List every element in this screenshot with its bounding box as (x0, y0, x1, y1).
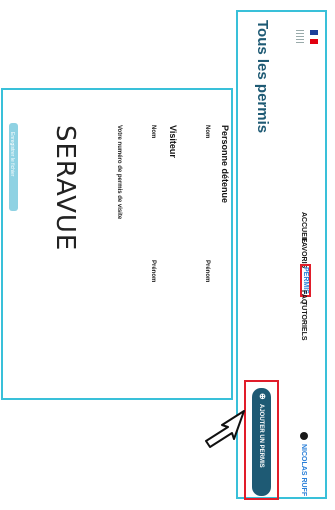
visitor-first-name-label: Prénom (150, 260, 156, 283)
add-permit-label: AJOUTER UN PERMIS (258, 404, 264, 468)
save-file-button-label: Enregistrer le fichier (9, 132, 15, 177)
page-title: Tous les permis (254, 20, 271, 134)
plus-icon: ⊕ (258, 393, 267, 400)
republic-logo[interactable] (310, 30, 318, 44)
pointer-cursor-icon (205, 410, 245, 448)
holder-first-name-label: Prénom (204, 260, 210, 283)
logo-caption (296, 30, 304, 44)
holder-name-label: Nom (204, 125, 210, 139)
holder-section-title: Personne détenue (220, 125, 230, 204)
visitor-section-title: Visiteur (168, 125, 178, 158)
brand-logo: SERAVUE (50, 125, 80, 252)
permit-number-label: Votre numéro de permis de visite (116, 125, 122, 220)
user-icon[interactable] (300, 432, 308, 440)
nav-item-tutorials[interactable]: TUTORIELS (300, 301, 307, 341)
visitor-name-label: Nom (150, 125, 156, 139)
user-name[interactable]: NICOLAS RUFF (300, 444, 307, 496)
